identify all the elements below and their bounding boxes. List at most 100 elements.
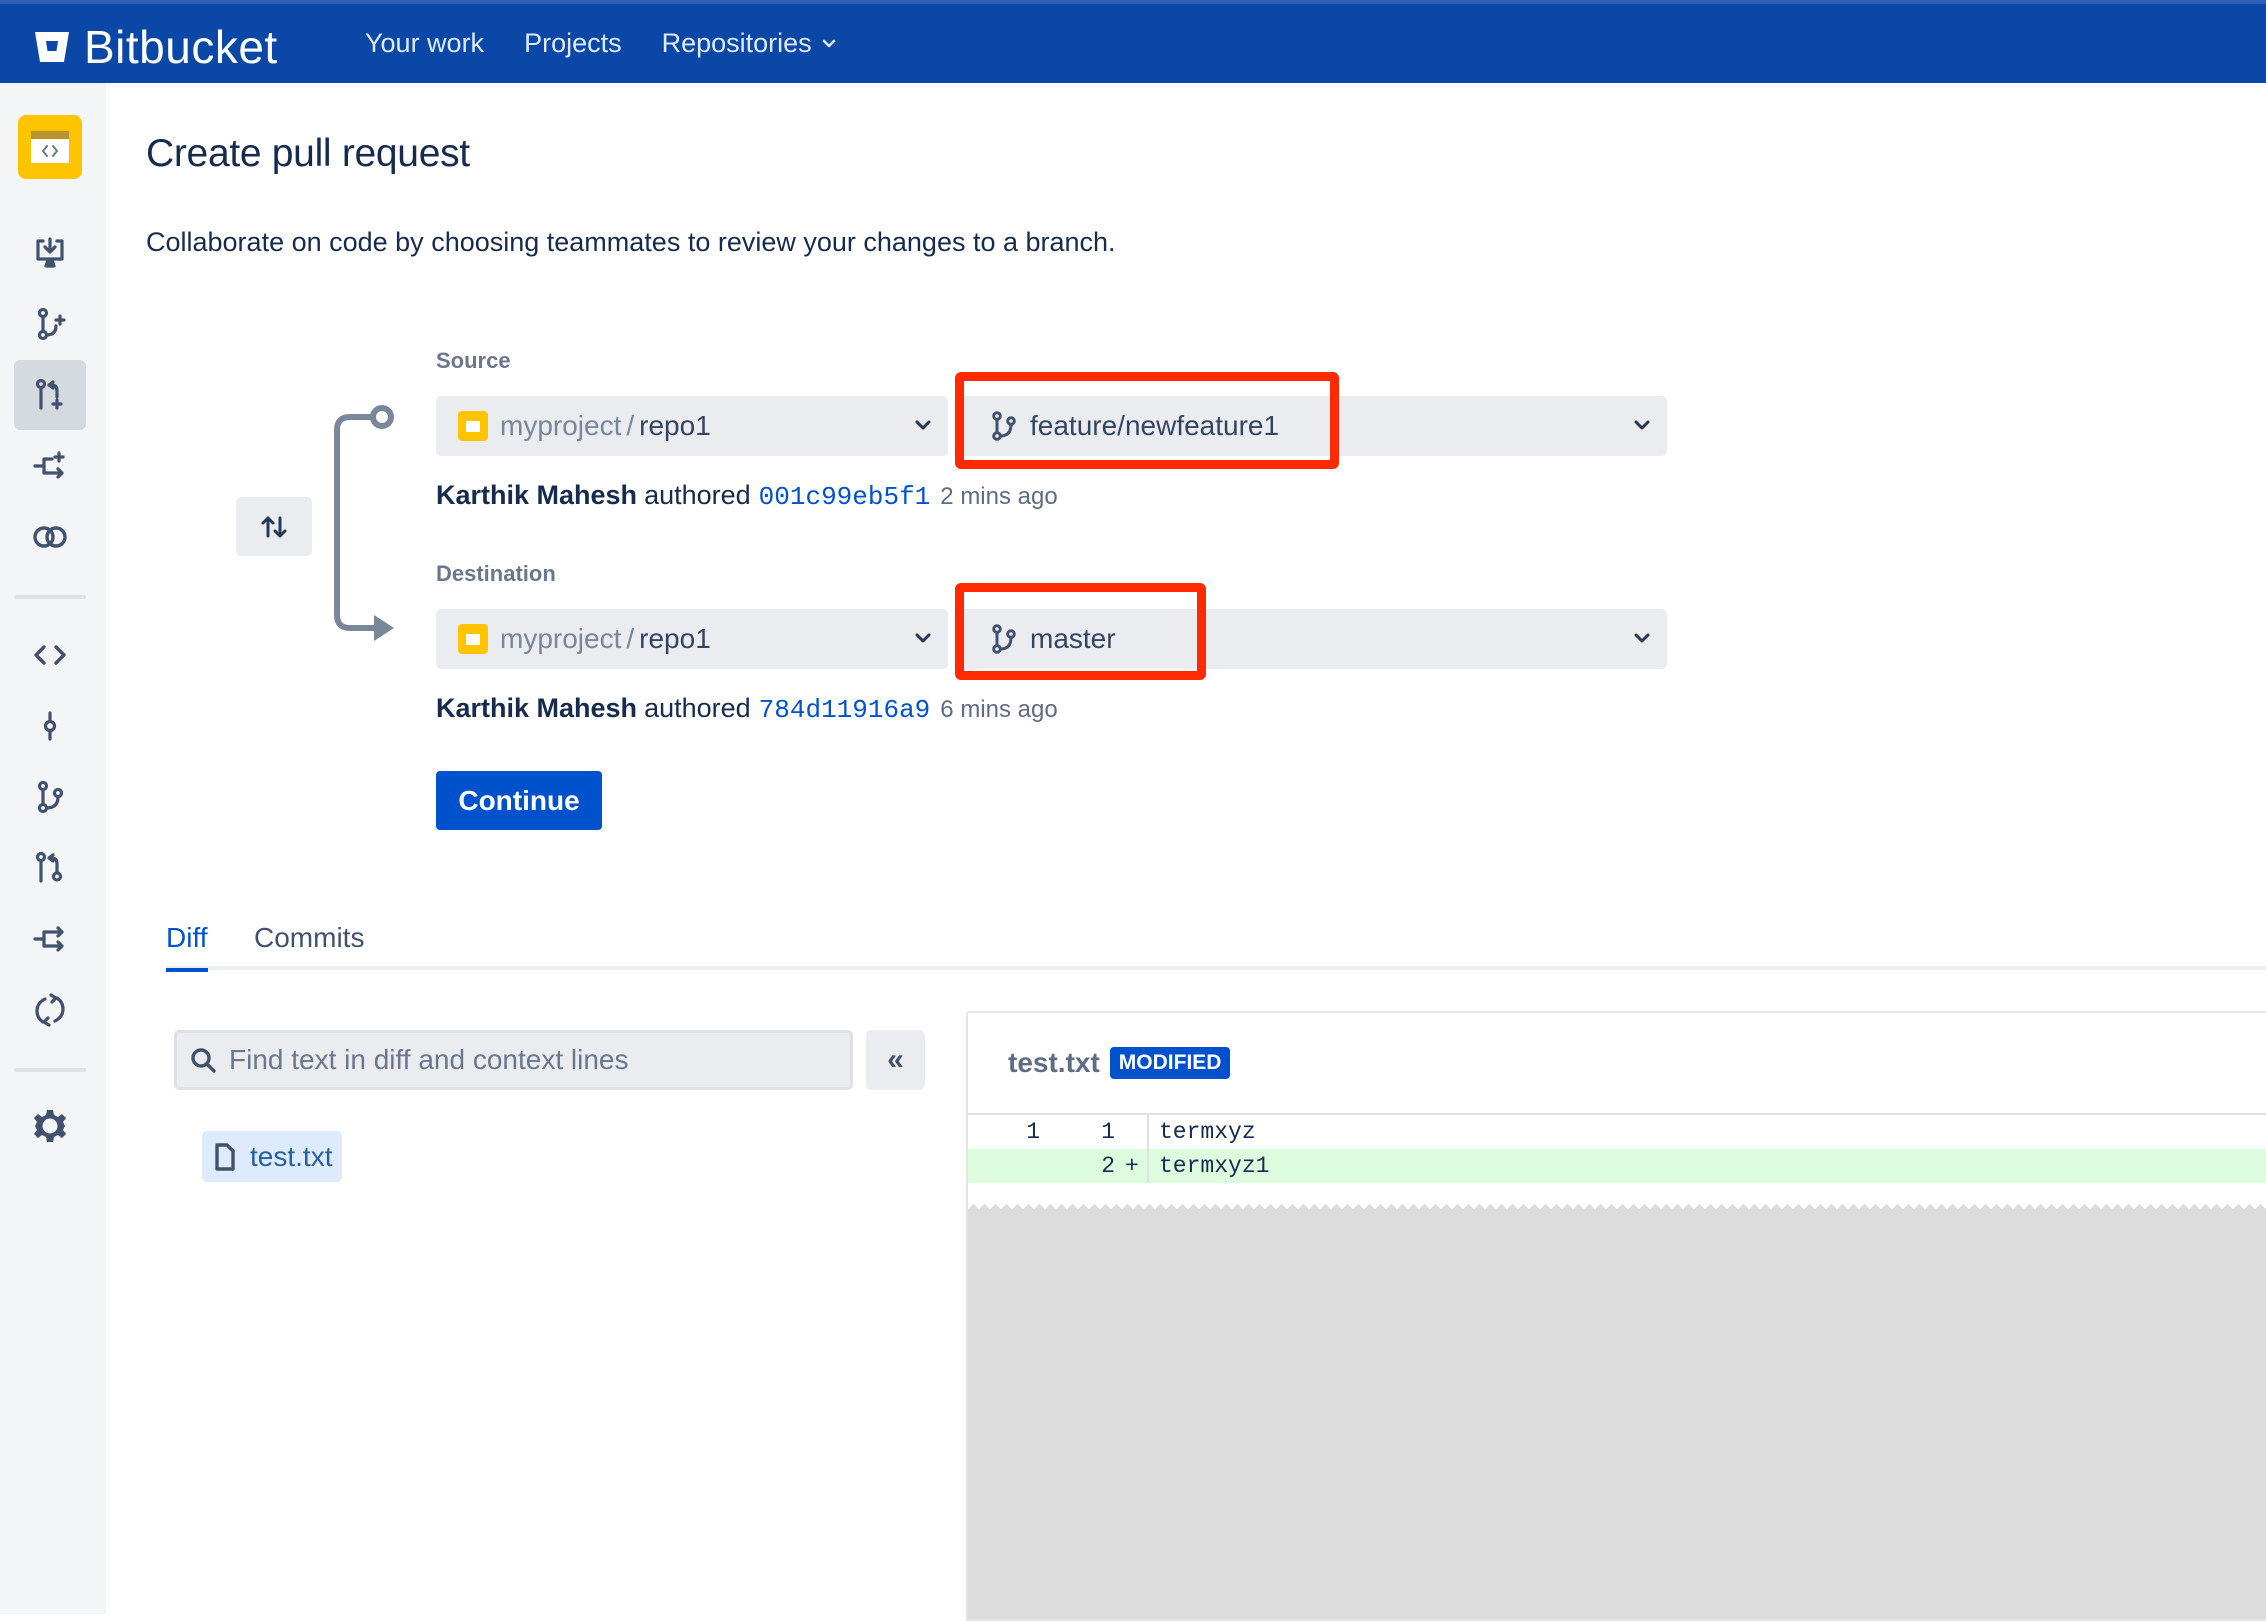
path-separator: / <box>626 623 635 654</box>
diff-file-header: test.txt MODIFIED <box>968 1013 2266 1115</box>
destination-project-name: myproject <box>500 623 622 654</box>
sidebar-create-pull-request[interactable] <box>14 360 86 430</box>
settings-icon <box>34 1110 66 1142</box>
project-icon <box>458 624 488 654</box>
nav-projects-label: Projects <box>524 28 622 58</box>
source-icon <box>34 645 66 665</box>
branches-icon <box>37 780 64 814</box>
destination-commit-time: 6 mins ago <box>940 696 1058 723</box>
search-icon <box>191 1048 216 1073</box>
source-repo-name: repo1 <box>639 410 711 441</box>
diff-truncation-edge <box>968 1199 2266 1209</box>
gutter-divider <box>1147 1115 1149 1149</box>
diff-search-field[interactable] <box>174 1030 853 1090</box>
diff-marker: + <box>1125 1153 1139 1179</box>
file-status-badge: MODIFIED <box>1109 1047 1231 1079</box>
diff-commits-tabs: Diff Commits <box>166 916 2266 972</box>
new-line-number: 2 <box>1101 1153 1115 1179</box>
top-navigation-bar: Bitbucket Your work Projects Repositorie… <box>0 0 2266 83</box>
sidebar-branches[interactable] <box>14 762 86 832</box>
destination-commit-hash[interactable]: 784d11916a9 <box>759 695 931 725</box>
diff-line: 1 1 termxyz <box>968 1115 2266 1149</box>
diff-line-text: termxyz <box>1159 1119 1256 1145</box>
nav-repositories-label: Repositories <box>661 28 812 58</box>
repository-avatar[interactable] <box>18 115 82 179</box>
sidebar-builds[interactable] <box>14 975 86 1045</box>
source-author: Karthik Mahesh <box>436 480 638 510</box>
builds-icon <box>35 993 65 1027</box>
gutter-divider <box>1147 1149 1149 1183</box>
nav-your-work[interactable]: Your work <box>365 28 484 59</box>
sidebar-commits[interactable] <box>14 691 86 761</box>
continue-button[interactable]: Continue <box>436 771 602 830</box>
nav-projects[interactable]: Projects <box>524 28 622 59</box>
authored-label: authored <box>644 693 751 723</box>
repository-sidebar <box>0 83 106 1614</box>
sidebar-create-branch[interactable] <box>14 289 86 359</box>
chevron-down-icon <box>1634 633 1650 643</box>
file-tree-item-name: test.txt <box>250 1140 333 1172</box>
branch-icon <box>992 624 1016 654</box>
diff-end-spacer <box>968 1183 2266 1199</box>
collapse-file-tree-button[interactable]: « <box>866 1030 925 1090</box>
create-branch-icon <box>37 307 66 341</box>
swap-branches-button[interactable] <box>236 497 312 556</box>
sidebar-divider <box>14 595 86 599</box>
sidebar-clone[interactable] <box>14 218 86 288</box>
new-line-number: 1 <box>1101 1119 1115 1145</box>
file-tree-item[interactable]: test.txt <box>202 1131 343 1182</box>
diff-line-text: termxyz1 <box>1159 1153 1270 1179</box>
project-icon <box>458 411 488 441</box>
sidebar-settings[interactable] <box>14 1091 86 1161</box>
tab-diff[interactable]: Diff <box>166 922 208 972</box>
sidebar-create-fork[interactable] <box>14 431 86 501</box>
clone-icon <box>36 237 64 268</box>
destination-repo-name: repo1 <box>639 623 711 654</box>
chevron-down-icon <box>915 420 931 430</box>
source-commit-time: 2 mins ago <box>940 483 1058 510</box>
authored-label: authored <box>644 480 751 510</box>
source-commit-info: Karthik Mahesh authored 001c99eb5f1 2 mi… <box>436 480 1058 512</box>
source-project-name: myproject <box>500 410 622 441</box>
compare-icon <box>33 526 67 548</box>
nav-repositories[interactable]: Repositories <box>662 28 836 59</box>
source-destination-connector <box>334 405 394 641</box>
diff-lines: 1 1 termxyz 2 + termxyz1 <box>968 1115 2266 1199</box>
main-nav: Your work Projects Repositories <box>365 28 876 59</box>
destination-repository-select[interactable]: myproject / repo1 <box>436 609 948 669</box>
source-label: Source <box>436 348 511 373</box>
chevron-down-icon <box>1634 420 1650 430</box>
source-commit-hash[interactable]: 001c99eb5f1 <box>759 482 931 512</box>
sidebar-forks[interactable] <box>14 904 86 974</box>
sidebar-source[interactable] <box>14 620 86 690</box>
sidebar-divider <box>14 1068 86 1072</box>
destination-branch-select[interactable]: master <box>954 609 1667 669</box>
destination-commit-info: Karthik Mahesh authored 784d11916a9 6 mi… <box>436 693 1058 725</box>
diff-search-input[interactable] <box>229 1044 829 1076</box>
old-line-number: 1 <box>1026 1119 1040 1145</box>
diff-file-name[interactable]: test.txt <box>1008 1047 1100 1079</box>
repository-icon <box>31 131 69 163</box>
file-icon <box>215 1142 235 1171</box>
brand-name: Bitbucket <box>84 21 278 73</box>
tab-commits[interactable]: Commits <box>254 922 364 968</box>
branch-icon <box>992 411 1016 441</box>
create-fork-icon <box>33 451 65 479</box>
sidebar-compare[interactable] <box>14 502 86 572</box>
sidebar-pull-requests[interactable] <box>14 833 86 903</box>
path-separator: / <box>626 410 635 441</box>
source-branch-select[interactable]: feature/newfeature1 <box>954 396 1667 456</box>
destination-branch-name: master <box>1030 623 1116 654</box>
destination-label: Destination <box>436 561 556 586</box>
chevron-down-icon <box>915 633 931 643</box>
forks-icon <box>33 926 64 952</box>
source-repository-select[interactable]: myproject / repo1 <box>436 396 948 456</box>
nav-your-work-label: Your work <box>365 28 485 58</box>
page-title: Create pull request <box>146 132 470 175</box>
bitbucket-logo[interactable]: Bitbucket <box>34 20 278 74</box>
source-branch-name: feature/newfeature1 <box>1030 410 1280 441</box>
pull-requests-icon <box>35 851 63 883</box>
destination-author: Karthik Mahesh <box>436 693 638 723</box>
chevron-down-icon <box>822 39 835 47</box>
diff-viewer: test.txt MODIFIED 1 1 termxyz 2 + termxy… <box>966 1011 2266 1621</box>
